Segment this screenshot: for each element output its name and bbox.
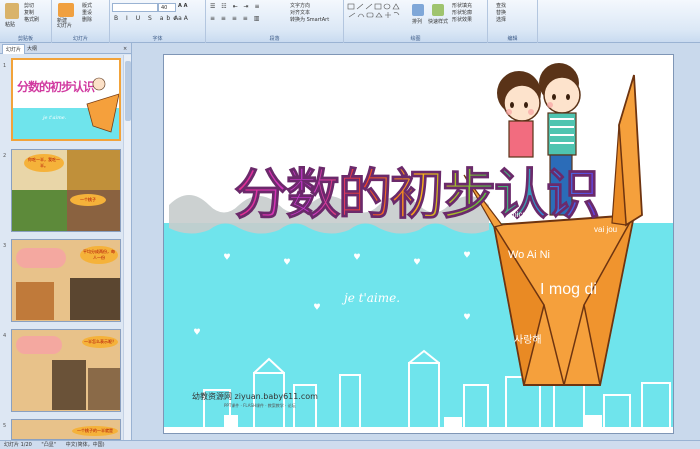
thumb-subtitle: je t'aime. bbox=[43, 115, 67, 121]
shape-effects-button[interactable]: 形状效果 bbox=[452, 16, 472, 23]
i-mog-di-text: I mog di bbox=[540, 281, 597, 298]
find-button[interactable]: 查找 bbox=[496, 2, 506, 9]
tab-outline[interactable]: 大纲 bbox=[24, 44, 40, 54]
format-painter-button[interactable]: 格式刷 bbox=[24, 16, 39, 23]
thumb-number: 5 bbox=[3, 423, 7, 429]
wo-ai-ni-text: Wo Ai Ni bbox=[508, 249, 550, 261]
new-slide-icon[interactable] bbox=[58, 3, 74, 17]
slide-thumb-1[interactable]: 分数的初步认识 je t'aime. bbox=[11, 58, 121, 141]
font-name-input[interactable] bbox=[112, 3, 158, 12]
delete-button[interactable]: 删除 bbox=[82, 16, 92, 23]
list-buttons[interactable]: ☰ ☷ ⇤ ⇥ ≡ bbox=[210, 3, 261, 10]
drawing-group: 排列 快速样式 形状填充 形状轮廓 形状效果 绘图 bbox=[344, 0, 488, 43]
paste-label: 粘贴 bbox=[5, 22, 16, 28]
editing-group: 查找 替换 选择 编辑 bbox=[488, 0, 538, 43]
shape-fill-button[interactable]: 形状填充 bbox=[452, 2, 472, 9]
thumb-number: 4 bbox=[3, 333, 7, 339]
paragraph-group-label: 段落 bbox=[269, 36, 280, 42]
font-color-icon[interactable]: Aa A bbox=[174, 15, 188, 22]
slide-thumb-4[interactable]: 一半怎么表示呢？ bbox=[11, 329, 121, 412]
slide-thumb-2[interactable]: 你吃一半，我吃一半。 一个桃子 bbox=[11, 149, 121, 232]
font-style-buttons[interactable]: B I U S abc bbox=[114, 15, 180, 22]
grow-font-icon[interactable]: A A bbox=[178, 3, 187, 9]
cut-button[interactable]: 剪切 bbox=[24, 2, 34, 9]
arrange-button[interactable]: 排列 bbox=[412, 18, 422, 25]
slides-group-label: 幻灯片 bbox=[72, 36, 88, 42]
watermark: 幼教资源网 ziyuan.baby611.com bbox=[192, 392, 318, 401]
font-group: 40 A A B I U S abc Aa A 字体 bbox=[110, 0, 206, 43]
layout-button[interactable]: 版式 bbox=[82, 2, 92, 9]
clipboard-group: 粘贴 剪切 复制 格式刷 剪贴板 bbox=[0, 0, 52, 43]
vai-jou-text: vai jou bbox=[594, 225, 618, 234]
paragraph-group: ☰ ☷ ⇤ ⇥ ≡ ≡ ≡ ≡ ≡ ▥ 文字方向 对齐文本 转换为 SmartA… bbox=[206, 0, 344, 43]
slide-counter: 幻灯片 1/20 bbox=[4, 442, 32, 448]
thumb-number: 3 bbox=[3, 243, 7, 249]
paper-crane-icon bbox=[86, 77, 119, 133]
speech-bubble: 一半怎么表示呢？ bbox=[82, 336, 118, 348]
align-text-button[interactable]: 对齐文本 bbox=[290, 9, 310, 16]
slide-thumbnail-panel: 幻灯片 大纲 × 1 分数的初步认识 je t'aime. 2 你吃一半，我吃一… bbox=[0, 43, 132, 440]
new-slide-label: 新建 幻灯片 bbox=[57, 18, 73, 29]
slide-title: 分数的初步认识 bbox=[234, 163, 598, 226]
shapes-gallery-icon[interactable] bbox=[347, 3, 405, 25]
smartart-button[interactable]: 转换为 SmartArt bbox=[290, 16, 329, 23]
speech-bubble: 一个桃子的一半就是 bbox=[72, 426, 118, 436]
copy-button[interactable]: 复制 bbox=[24, 9, 34, 16]
ribbon: 粘贴 剪切 复制 格式刷 剪贴板 新建 幻灯片 版式 重设 删除 幻灯片 40 … bbox=[0, 0, 700, 43]
panel-tabs: 幻灯片 大纲 × bbox=[0, 43, 131, 54]
clipboard-group-label: 剪贴板 bbox=[17, 36, 33, 42]
current-slide[interactable]: 分数的初步认识 je t'aime. I mog di Wo Ai Ni vai… bbox=[163, 54, 674, 434]
reset-button[interactable]: 重设 bbox=[82, 9, 92, 16]
replace-button[interactable]: 替换 bbox=[496, 9, 506, 16]
shape-outline-button[interactable]: 形状轮廓 bbox=[452, 9, 472, 16]
quick-styles-button[interactable]: 快速样式 bbox=[428, 18, 448, 25]
theme-name: "凸显" bbox=[41, 442, 57, 448]
status-bar: 幻灯片 1/20 "凸显" 中文(简体，中国) bbox=[0, 440, 700, 449]
thumb-number: 1 bbox=[3, 63, 7, 69]
arrange-icon[interactable] bbox=[412, 4, 424, 16]
jetaime-text: je t'aime. bbox=[344, 291, 401, 305]
font-group-label: 字体 bbox=[152, 36, 163, 42]
speech-bubble: 平均分成两份，每人一份 bbox=[80, 246, 118, 264]
thumb-title: 分数的初步认识 bbox=[17, 80, 95, 94]
paste-icon[interactable] bbox=[5, 3, 19, 19]
speech-bubble: 一个桃子 bbox=[70, 194, 106, 206]
font-size-input[interactable]: 40 bbox=[158, 3, 176, 12]
drawing-group-label: 绘图 bbox=[410, 36, 421, 42]
thumbnail-scrollbar[interactable] bbox=[123, 55, 131, 440]
scrollbar-thumb[interactable] bbox=[125, 61, 131, 121]
korean-text: 사랑해 bbox=[514, 335, 542, 346]
align-buttons[interactable]: ≡ ≡ ≡ ≡ ▥ bbox=[210, 15, 261, 22]
thumb-number: 2 bbox=[3, 153, 7, 159]
language-indicator: 中文(简体，中国) bbox=[65, 442, 105, 448]
editing-group-label: 编辑 bbox=[507, 36, 518, 42]
micro-text: micro bbox=[510, 210, 530, 219]
watermark-sub: PPT课件 · FLASH课件 · 教案教学 · 论坛 bbox=[224, 403, 296, 408]
slide-thumb-5[interactable]: 一个桃子的一半就是 bbox=[11, 419, 121, 440]
close-icon[interactable]: × bbox=[120, 44, 130, 54]
slide-artwork: 分数的初步认识 bbox=[164, 63, 673, 433]
slide-thumb-3[interactable]: 平均分成两份，每人一份 bbox=[11, 239, 121, 322]
tab-slides[interactable]: 幻灯片 bbox=[2, 44, 26, 54]
speech-bubble: 你吃一半，我吃一半。 bbox=[24, 154, 64, 172]
text-direction-button[interactable]: 文字方向 bbox=[290, 2, 310, 9]
select-button[interactable]: 选择 bbox=[496, 16, 506, 23]
slides-group: 新建 幻灯片 版式 重设 删除 幻灯片 bbox=[52, 0, 110, 43]
slide-editing-area: 分数的初步认识 je t'aime. I mog di Wo Ai Ni vai… bbox=[133, 43, 700, 440]
quick-styles-icon[interactable] bbox=[432, 4, 444, 16]
